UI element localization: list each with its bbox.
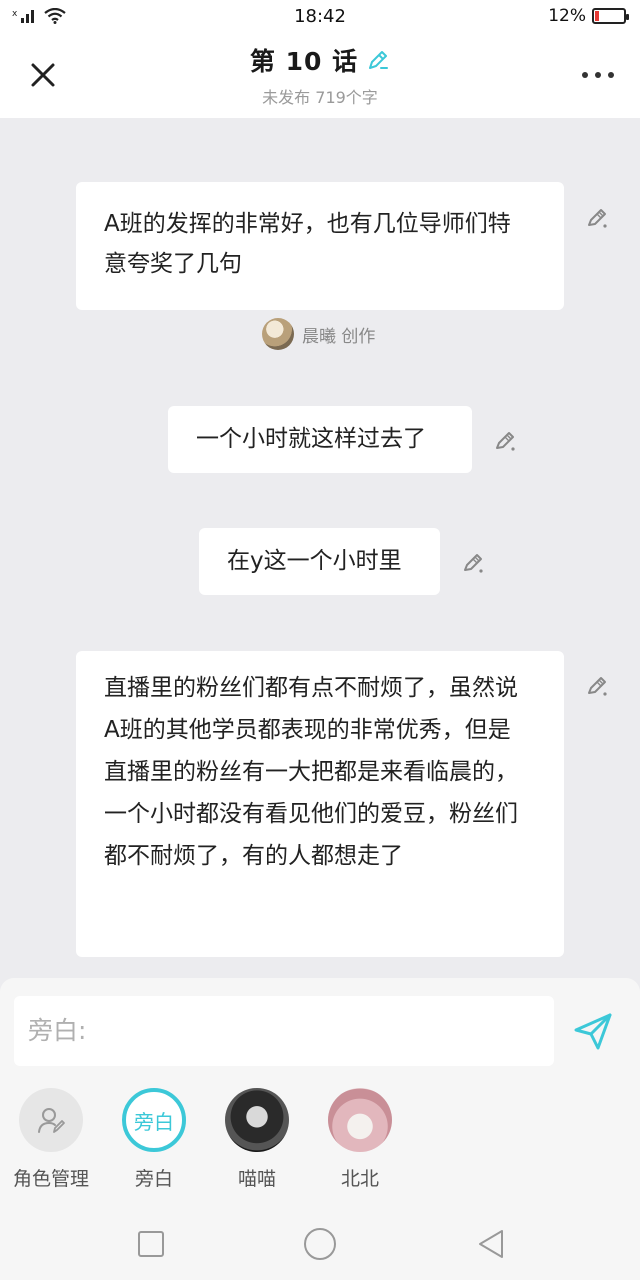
status-time: 18:42 xyxy=(294,6,346,27)
message-bubble[interactable]: 在y这一个小时里 xyxy=(199,528,440,595)
edit-title-icon[interactable] xyxy=(366,48,390,72)
message-text: A班的发挥的非常好，也有几位导师们特意夸奖了几句 xyxy=(104,211,511,277)
message-text: 一个小时就这样过去了 xyxy=(196,426,426,452)
edit-message-icon[interactable] xyxy=(585,673,611,699)
role-beibei[interactable]: 北北 xyxy=(315,1088,405,1191)
message-bubble[interactable]: 直播里的粉丝们都有点不耐烦了，虽然说A班的其他学员都表现的非常优秀，但是直播里的… xyxy=(76,651,564,957)
signal-icon: x xyxy=(12,9,34,23)
wifi-icon xyxy=(44,8,66,24)
author-avatar xyxy=(262,318,294,350)
edit-message-icon[interactable] xyxy=(585,205,611,231)
role-selector: 角色管理 旁白 旁白 喵喵 北北 xyxy=(0,1088,640,1198)
system-nav-bar xyxy=(0,1206,640,1280)
battery-percent: 12% xyxy=(548,6,586,26)
input-placeholder: 旁白: xyxy=(28,1016,87,1045)
narration-avatar: 旁白 xyxy=(122,1088,186,1152)
more-button[interactable] xyxy=(582,70,614,80)
home-icon[interactable] xyxy=(302,1226,338,1262)
role-label: 角色管理 xyxy=(12,1168,89,1190)
send-icon[interactable] xyxy=(572,1010,614,1052)
role-manage-icon xyxy=(38,1108,65,1133)
more-dot xyxy=(608,72,614,78)
role-manage-avatar xyxy=(19,1088,83,1152)
status-right: 12% xyxy=(548,6,629,26)
more-dot xyxy=(582,72,588,78)
header: 第 10 话 未发布 719个字 xyxy=(0,32,640,118)
message-bubble[interactable]: A班的发挥的非常好，也有几位导师们特意夸奖了几句 xyxy=(76,182,564,310)
battery-icon xyxy=(592,8,629,24)
back-icon[interactable] xyxy=(476,1228,508,1260)
message-text: 在y这一个小时里 xyxy=(227,548,402,574)
role-label: 旁白 xyxy=(134,1168,173,1190)
edit-message-icon[interactable] xyxy=(461,550,487,576)
message-bubble[interactable]: 一个小时就这样过去了 xyxy=(168,406,472,473)
role-narration[interactable]: 旁白 旁白 xyxy=(109,1088,199,1191)
miaomiao-avatar xyxy=(225,1088,289,1152)
author-credit[interactable]: 晨曦 创作 xyxy=(262,318,375,350)
author-name: 晨曦 创作 xyxy=(302,326,376,347)
title-area: 第 10 话 未发布 719个字 xyxy=(0,42,640,108)
more-dot xyxy=(595,72,601,78)
narration-avatar-text: 旁白 xyxy=(134,1109,174,1134)
recent-apps-icon[interactable] xyxy=(135,1228,167,1260)
status-left: x xyxy=(12,8,66,24)
edit-message-icon[interactable] xyxy=(493,428,519,454)
beibei-avatar xyxy=(328,1088,392,1152)
svg-text:x: x xyxy=(12,9,18,19)
page-title[interactable]: 第 10 话 xyxy=(250,42,358,78)
role-label: 喵喵 xyxy=(237,1168,276,1190)
narration-input[interactable]: 旁白: xyxy=(14,996,554,1066)
role-miaomiao[interactable]: 喵喵 xyxy=(212,1088,302,1191)
role-label: 北北 xyxy=(340,1168,379,1190)
message-text: 直播里的粉丝们都有点不耐烦了，虽然说A班的其他学员都表现的非常优秀，但是直播里的… xyxy=(104,675,518,869)
role-manage-button[interactable]: 角色管理 xyxy=(6,1088,96,1191)
status-bar: x 18:42 12% xyxy=(0,0,640,32)
page-subtitle: 未发布 719个字 xyxy=(262,88,378,107)
